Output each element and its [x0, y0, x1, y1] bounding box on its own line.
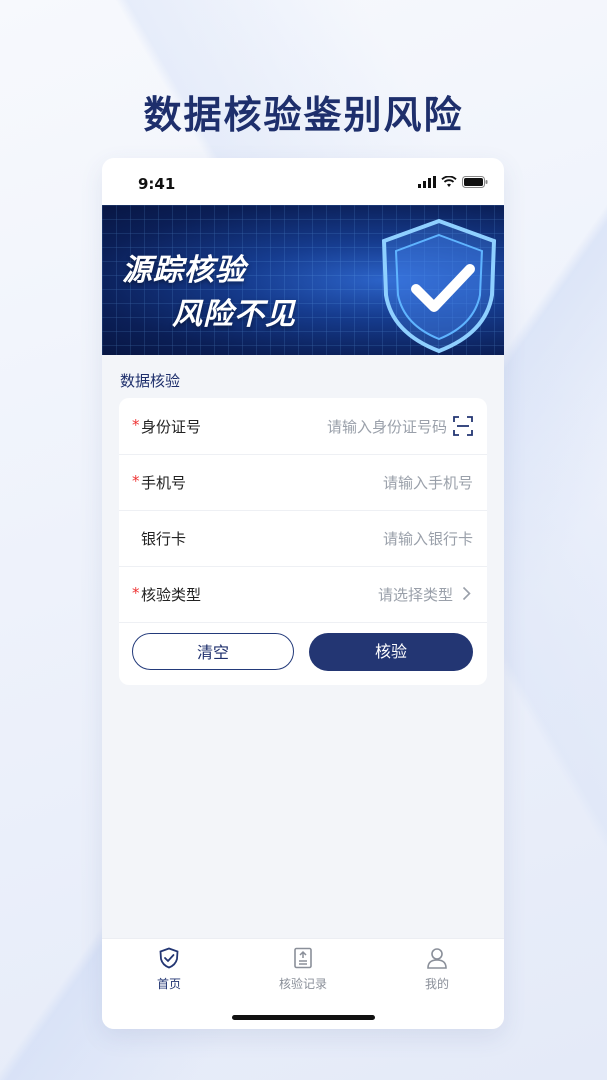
- signal-icon: [418, 176, 436, 188]
- bank-card-field[interactable]: 银行卡 请输入银行卡: [119, 510, 487, 567]
- tab-records[interactable]: 核验记录: [263, 947, 343, 992]
- bottom-tab-bar: 首页 核验记录 我的: [102, 938, 504, 1029]
- tab-mine[interactable]: 我的: [397, 947, 477, 992]
- home-indicator: [232, 1015, 375, 1020]
- tab-label: 我的: [424, 977, 449, 991]
- phone-number-input[interactable]: 请输入手机号: [383, 472, 473, 493]
- user-icon: [427, 948, 447, 969]
- section-title: 数据核验: [120, 372, 181, 390]
- tab-label: 核验记录: [278, 977, 327, 991]
- required-mark: *: [132, 584, 140, 602]
- required-mark: *: [132, 416, 140, 434]
- verify-form-card: * 身份证号 请输入身份证号码 * 手机号 请输入手机号 银行卡 请输入银行卡 * 核…: [119, 398, 487, 685]
- field-label: * 手机号: [132, 472, 187, 492]
- hero-banner: 源踪核验 风险不见: [102, 205, 504, 355]
- required-mark: *: [132, 472, 140, 490]
- promo-headline: 数据核验鉴别风险: [143, 93, 464, 137]
- phone-screen: 9:41 源踪核验 风险不见 数据核验 * 身份证号 请输入身份证号码 * 手机…: [102, 158, 504, 1029]
- banner-slogan-line1: 源踪核验: [122, 253, 246, 288]
- banner-slogan-line2: 风险不见: [172, 297, 296, 332]
- record-icon: [294, 947, 312, 969]
- status-icons: [418, 176, 488, 188]
- field-label: 银行卡: [141, 530, 187, 548]
- verify-button[interactable]: 核验: [309, 633, 473, 671]
- id-number-field[interactable]: * 身份证号 请输入身份证号码: [119, 398, 487, 455]
- tab-home[interactable]: 首页: [129, 947, 209, 992]
- id-number-input[interactable]: 请输入身份证号码: [327, 416, 447, 437]
- shield-check-illustration: [381, 218, 497, 354]
- shield-check-icon: [159, 947, 179, 969]
- verify-type-select[interactable]: * 核验类型 请选择类型: [119, 566, 487, 623]
- field-label: * 核验类型: [132, 584, 202, 604]
- verify-type-value[interactable]: 请选择类型: [378, 584, 453, 605]
- status-time: 9:41: [138, 175, 176, 193]
- phone-number-field[interactable]: * 手机号 请输入手机号: [119, 454, 487, 511]
- bank-card-input[interactable]: 请输入银行卡: [383, 528, 473, 549]
- chevron-right-icon: [462, 586, 471, 601]
- field-label: * 身份证号: [132, 416, 202, 436]
- wifi-icon: [441, 176, 457, 187]
- battery-icon: [462, 176, 488, 188]
- scan-icon[interactable]: [453, 416, 473, 436]
- status-bar: 9:41: [102, 158, 504, 205]
- tab-label: 首页: [156, 977, 181, 991]
- clear-button[interactable]: 清空: [132, 633, 294, 670]
